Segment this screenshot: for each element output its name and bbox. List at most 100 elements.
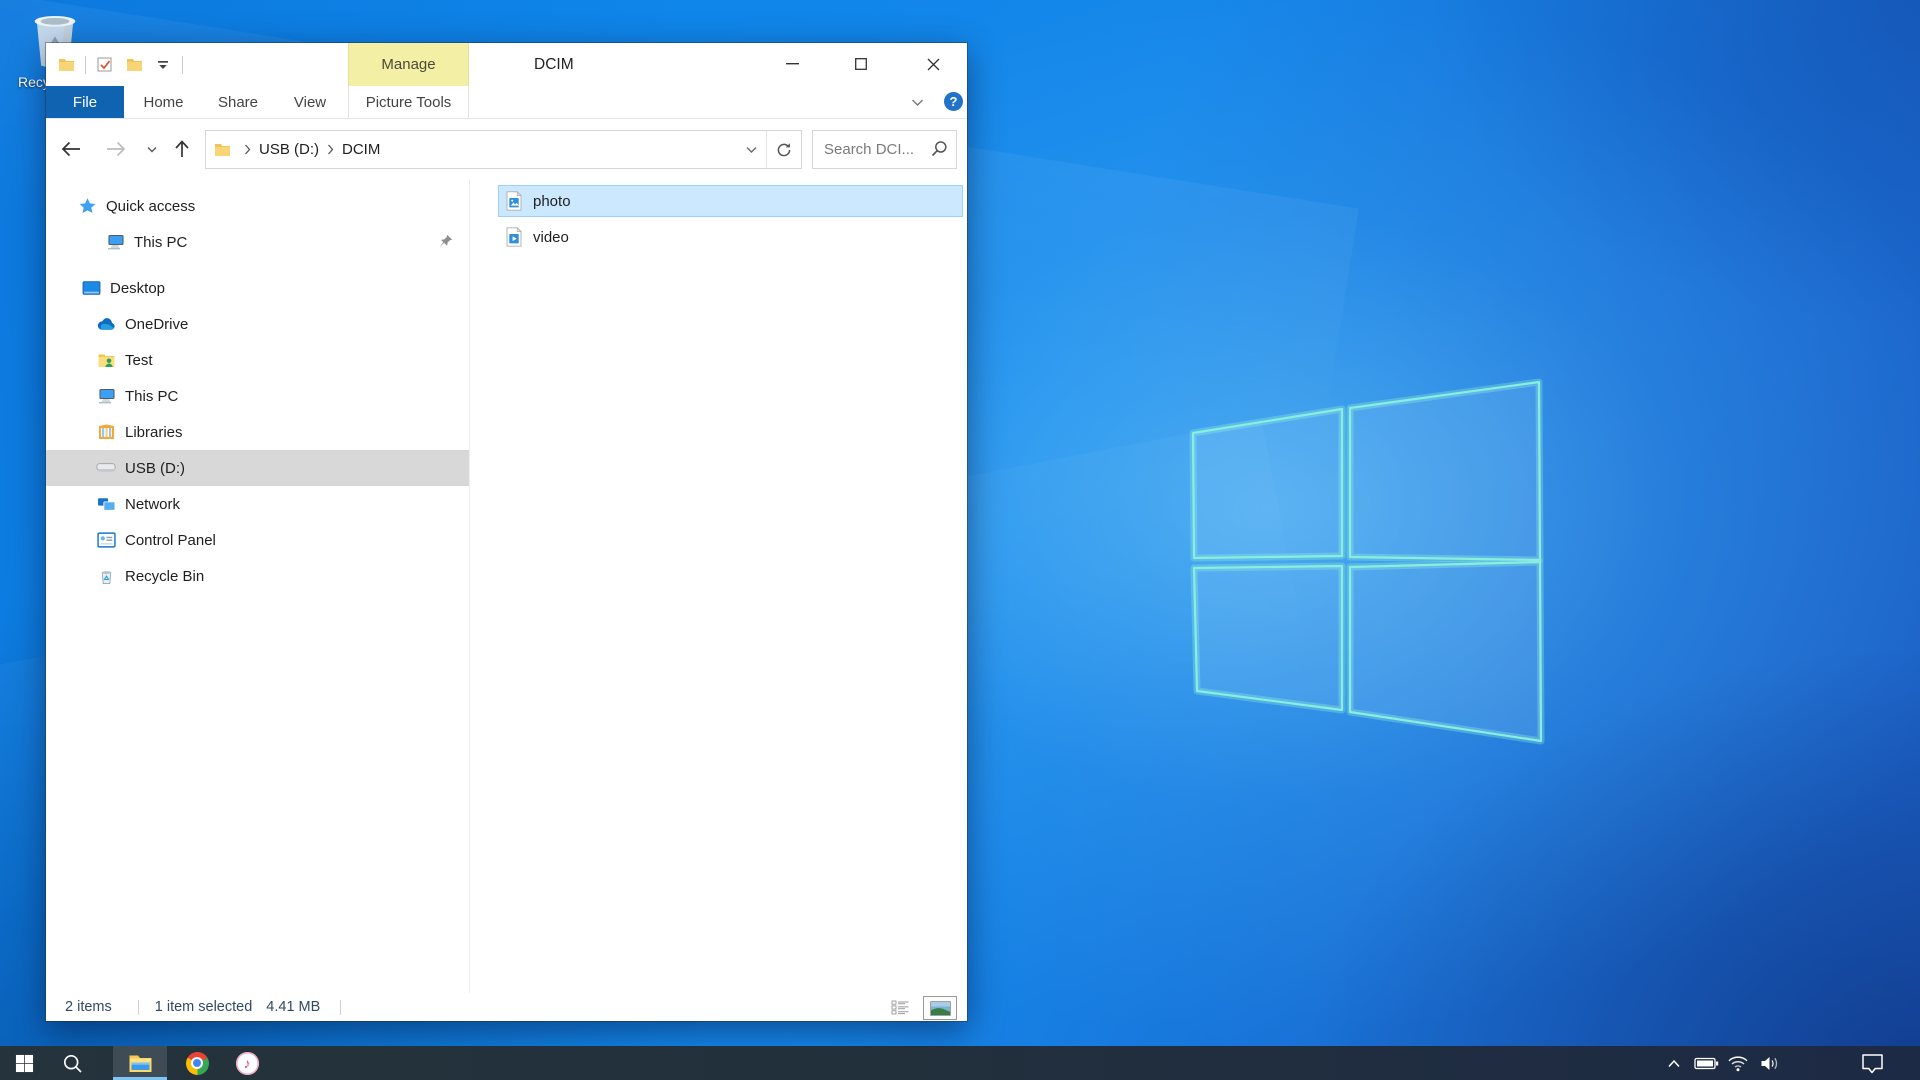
taskbar-file-explorer-button[interactable] [113, 1046, 167, 1080]
address-bar-controls [736, 131, 801, 168]
navigation-pane: Quick access This PC Desktop [46, 180, 470, 993]
video-file-icon [504, 227, 524, 247]
tab-picture-tools[interactable]: Picture Tools [348, 86, 469, 118]
up-button[interactable] [165, 133, 199, 165]
sidebar-item-test[interactable]: Test [46, 342, 469, 378]
minimize-icon [786, 63, 799, 65]
address-dropdown-button[interactable] [736, 131, 766, 168]
selection-size: 4.41 MB [266, 999, 320, 1015]
checkbox-button[interactable] [95, 55, 115, 75]
search-input[interactable] [822, 131, 926, 168]
toolbar-separator [85, 56, 86, 74]
screen: Recycle Bin Manage [0, 0, 1920, 1080]
sidebar-item-this-pc[interactable]: This PC [46, 378, 469, 414]
control-panel-icon [96, 532, 116, 548]
details-view-icon [891, 1000, 910, 1015]
thumbnail-view-button[interactable] [923, 996, 957, 1020]
recycle-bin-small-icon [96, 568, 116, 585]
details-view-button[interactable] [887, 996, 913, 1018]
sidebar-item-desktop[interactable]: Desktop [46, 270, 469, 306]
help-icon: ? [950, 94, 958, 109]
tab-share[interactable]: Share [209, 86, 267, 118]
file-explorer-icon [128, 1053, 153, 1074]
recent-locations-button[interactable] [140, 133, 164, 165]
battery-status[interactable] [1690, 1046, 1722, 1080]
pin-icon [439, 234, 453, 248]
start-button[interactable] [0, 1046, 48, 1080]
breadcrumb-drive[interactable]: USB (D:) [257, 141, 321, 158]
customize-quick-access-button[interactable] [153, 55, 173, 75]
breadcrumb-folder[interactable]: DCIM [340, 141, 382, 158]
back-button[interactable] [54, 133, 88, 165]
sidebar-item-label: Desktop [110, 280, 165, 297]
sidebar-item-quick-access[interactable]: Quick access [46, 188, 469, 224]
breadcrumb-chevron-icon[interactable] [244, 144, 251, 155]
status-bar: 2 items 1 item selected 4.41 MB [46, 993, 967, 1021]
computer-icon [105, 234, 125, 251]
selection-count: 1 item selected [155, 999, 253, 1015]
quick-access-star-icon [77, 197, 97, 216]
libraries-icon [96, 424, 116, 440]
sidebar-item-recycle-bin[interactable]: Recycle Bin [46, 558, 469, 594]
folder-icon [58, 58, 75, 72]
manage-context-tab[interactable]: Manage [348, 43, 469, 86]
sidebar-item-onedrive[interactable]: OneDrive [46, 306, 469, 342]
address-bar[interactable]: USB (D:) DCIM [205, 130, 802, 169]
sidebar-item-label: Control Panel [125, 532, 216, 549]
file-item-photo[interactable]: photo [498, 185, 963, 217]
back-arrow-icon [61, 141, 81, 157]
new-folder-button[interactable] [124, 55, 144, 75]
tab-file[interactable]: File [46, 86, 124, 118]
sidebar-item-control-panel[interactable]: Control Panel [46, 522, 469, 558]
tray-chevron-up-button[interactable] [1658, 1046, 1690, 1080]
maximize-button[interactable] [840, 49, 882, 79]
forward-button[interactable] [99, 133, 133, 165]
computer-icon [96, 388, 116, 405]
sidebar-item-label: Libraries [125, 424, 183, 441]
action-center [1852, 1046, 1892, 1080]
refresh-button[interactable] [766, 131, 801, 168]
folder-icon [126, 58, 143, 72]
onedrive-cloud-icon [96, 317, 116, 331]
refresh-icon [776, 142, 792, 158]
ribbon-tab-strip: File Home Share View Picture Tools ? [46, 86, 967, 119]
search-icon[interactable] [931, 140, 948, 157]
title-bar[interactable]: Manage DCIM [46, 43, 967, 86]
sidebar-item-network[interactable]: Network [46, 486, 469, 522]
taskbar-search-button[interactable] [48, 1046, 96, 1080]
wifi-status[interactable] [1722, 1046, 1754, 1080]
file-item-video[interactable]: video [498, 221, 963, 253]
sidebar-item-label: Recycle Bin [125, 568, 204, 585]
close-button[interactable] [912, 49, 954, 79]
battery-icon [1694, 1057, 1719, 1070]
navigation-toolbar: USB (D:) DCIM [46, 119, 967, 180]
sidebar-item-label: OneDrive [125, 316, 188, 333]
search-box [812, 130, 957, 169]
sidebar-item-label: Network [125, 496, 180, 513]
folder-properties-button[interactable] [56, 55, 76, 75]
sidebar-item-usb-drive[interactable]: USB (D:) [46, 450, 469, 486]
sidebar-item-label: This PC [134, 234, 187, 251]
sidebar-item-label: Quick access [106, 198, 195, 215]
address-folder-icon [214, 143, 231, 157]
quick-access-toolbar [56, 43, 183, 86]
taskbar-chrome-button[interactable] [173, 1046, 221, 1080]
explorer-window: Manage DCIM File Home Share View Picture… [46, 43, 967, 1021]
file-name: video [533, 229, 569, 246]
help-button[interactable]: ? [944, 92, 963, 111]
wifi-icon [1727, 1055, 1749, 1072]
sidebar-item-this-pc-pinned[interactable]: This PC [46, 224, 469, 260]
volume-status[interactable] [1754, 1046, 1786, 1080]
network-icon [96, 496, 116, 512]
thumbnail-view-icon [930, 1001, 951, 1016]
breadcrumb-chevron-icon[interactable] [327, 144, 334, 155]
file-name: photo [533, 193, 571, 210]
tab-home[interactable]: Home [136, 86, 191, 118]
sidebar-item-libraries[interactable]: Libraries [46, 414, 469, 450]
taskbar-itunes-button[interactable]: ♪ [223, 1046, 271, 1080]
minimize-button[interactable] [771, 49, 813, 79]
sidebar-item-label: This PC [125, 388, 178, 405]
tab-view[interactable]: View [285, 86, 335, 118]
expand-ribbon-button[interactable] [904, 93, 930, 111]
action-center-button[interactable] [1852, 1046, 1892, 1080]
